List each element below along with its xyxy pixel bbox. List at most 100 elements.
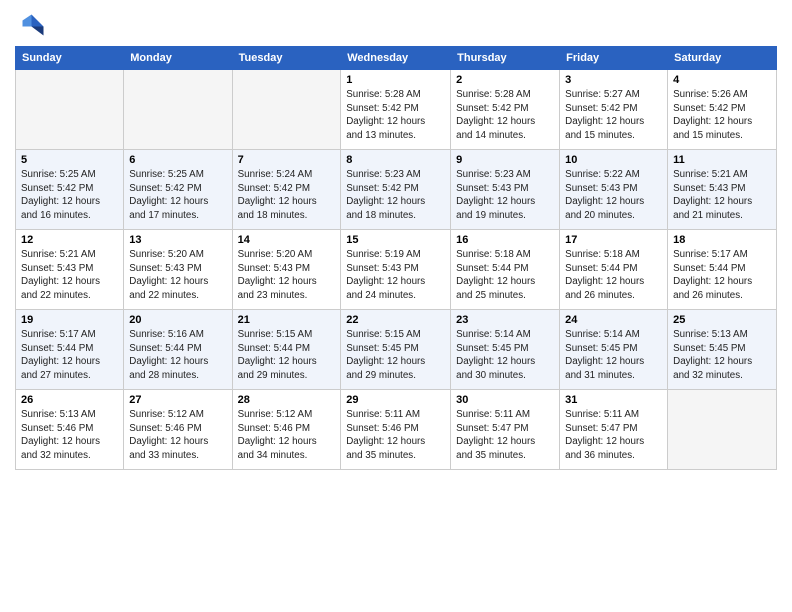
day-number: 9	[456, 154, 554, 166]
calendar-cell	[232, 70, 341, 150]
day-info: Sunrise: 5:14 AM Sunset: 5:45 PM Dayligh…	[456, 328, 554, 383]
calendar-cell: 29 Sunrise: 5:11 AM Sunset: 5:46 PM Dayli…	[341, 390, 451, 470]
day-number: 18	[673, 234, 771, 246]
calendar-cell: 25 Sunrise: 5:13 AM Sunset: 5:45 PM Dayli…	[668, 310, 777, 390]
day-info: Sunrise: 5:18 AM Sunset: 5:44 PM Dayligh…	[456, 248, 554, 303]
calendar-cell: 7 Sunrise: 5:24 AM Sunset: 5:42 PM Daylig…	[232, 150, 341, 230]
day-info: Sunrise: 5:13 AM Sunset: 5:46 PM Dayligh…	[21, 408, 118, 463]
day-number: 11	[673, 154, 771, 166]
calendar: SundayMondayTuesdayWednesdayThursdayFrid…	[15, 46, 777, 470]
day-info: Sunrise: 5:17 AM Sunset: 5:44 PM Dayligh…	[673, 248, 771, 303]
calendar-cell: 27 Sunrise: 5:12 AM Sunset: 5:46 PM Dayli…	[124, 390, 232, 470]
weekday-header-monday: Monday	[124, 47, 232, 70]
logo	[15, 10, 49, 40]
day-number: 30	[456, 394, 554, 406]
calendar-cell: 22 Sunrise: 5:15 AM Sunset: 5:45 PM Dayli…	[341, 310, 451, 390]
day-info: Sunrise: 5:25 AM Sunset: 5:42 PM Dayligh…	[21, 168, 118, 223]
weekday-header-wednesday: Wednesday	[341, 47, 451, 70]
weekday-header-friday: Friday	[560, 47, 668, 70]
day-info: Sunrise: 5:11 AM Sunset: 5:47 PM Dayligh…	[565, 408, 662, 463]
day-number: 22	[346, 314, 445, 326]
calendar-cell: 23 Sunrise: 5:14 AM Sunset: 5:45 PM Dayli…	[451, 310, 560, 390]
week-row-4: 19 Sunrise: 5:17 AM Sunset: 5:44 PM Dayli…	[16, 310, 777, 390]
day-number: 12	[21, 234, 118, 246]
day-number: 31	[565, 394, 662, 406]
calendar-cell: 20 Sunrise: 5:16 AM Sunset: 5:44 PM Dayli…	[124, 310, 232, 390]
day-info: Sunrise: 5:16 AM Sunset: 5:44 PM Dayligh…	[129, 328, 226, 383]
day-info: Sunrise: 5:19 AM Sunset: 5:43 PM Dayligh…	[346, 248, 445, 303]
calendar-cell: 15 Sunrise: 5:19 AM Sunset: 5:43 PM Dayli…	[341, 230, 451, 310]
day-info: Sunrise: 5:21 AM Sunset: 5:43 PM Dayligh…	[673, 168, 771, 223]
calendar-cell: 18 Sunrise: 5:17 AM Sunset: 5:44 PM Dayli…	[668, 230, 777, 310]
day-number: 26	[21, 394, 118, 406]
day-info: Sunrise: 5:15 AM Sunset: 5:45 PM Dayligh…	[346, 328, 445, 383]
day-info: Sunrise: 5:18 AM Sunset: 5:44 PM Dayligh…	[565, 248, 662, 303]
logo-icon	[15, 10, 45, 40]
day-info: Sunrise: 5:24 AM Sunset: 5:42 PM Dayligh…	[238, 168, 336, 223]
day-info: Sunrise: 5:12 AM Sunset: 5:46 PM Dayligh…	[129, 408, 226, 463]
calendar-cell	[16, 70, 124, 150]
day-info: Sunrise: 5:11 AM Sunset: 5:46 PM Dayligh…	[346, 408, 445, 463]
calendar-cell: 30 Sunrise: 5:11 AM Sunset: 5:47 PM Dayli…	[451, 390, 560, 470]
day-number: 5	[21, 154, 118, 166]
day-number: 3	[565, 74, 662, 86]
day-info: Sunrise: 5:17 AM Sunset: 5:44 PM Dayligh…	[21, 328, 118, 383]
calendar-cell: 6 Sunrise: 5:25 AM Sunset: 5:42 PM Daylig…	[124, 150, 232, 230]
weekday-header-saturday: Saturday	[668, 47, 777, 70]
day-number: 25	[673, 314, 771, 326]
day-info: Sunrise: 5:27 AM Sunset: 5:42 PM Dayligh…	[565, 88, 662, 143]
weekday-header-sunday: Sunday	[16, 47, 124, 70]
page: SundayMondayTuesdayWednesdayThursdayFrid…	[0, 0, 792, 612]
calendar-cell	[124, 70, 232, 150]
day-info: Sunrise: 5:14 AM Sunset: 5:45 PM Dayligh…	[565, 328, 662, 383]
day-number: 6	[129, 154, 226, 166]
day-info: Sunrise: 5:26 AM Sunset: 5:42 PM Dayligh…	[673, 88, 771, 143]
weekday-header-tuesday: Tuesday	[232, 47, 341, 70]
day-number: 2	[456, 74, 554, 86]
week-row-3: 12 Sunrise: 5:21 AM Sunset: 5:43 PM Dayli…	[16, 230, 777, 310]
calendar-cell: 31 Sunrise: 5:11 AM Sunset: 5:47 PM Dayli…	[560, 390, 668, 470]
calendar-cell: 9 Sunrise: 5:23 AM Sunset: 5:43 PM Daylig…	[451, 150, 560, 230]
day-info: Sunrise: 5:12 AM Sunset: 5:46 PM Dayligh…	[238, 408, 336, 463]
day-number: 23	[456, 314, 554, 326]
day-number: 19	[21, 314, 118, 326]
day-number: 28	[238, 394, 336, 406]
day-number: 8	[346, 154, 445, 166]
day-number: 13	[129, 234, 226, 246]
day-info: Sunrise: 5:21 AM Sunset: 5:43 PM Dayligh…	[21, 248, 118, 303]
calendar-cell: 8 Sunrise: 5:23 AM Sunset: 5:42 PM Daylig…	[341, 150, 451, 230]
week-row-5: 26 Sunrise: 5:13 AM Sunset: 5:46 PM Dayli…	[16, 390, 777, 470]
calendar-cell	[668, 390, 777, 470]
day-number: 27	[129, 394, 226, 406]
day-number: 15	[346, 234, 445, 246]
calendar-cell: 24Sunrise: 5:14 AM Sunset: 5:45 PM Dayli…	[560, 310, 668, 390]
day-number: 21	[238, 314, 336, 326]
calendar-cell: 2Sunrise: 5:28 AM Sunset: 5:42 PM Daylig…	[451, 70, 560, 150]
week-row-1: 1 Sunrise: 5:28 AM Sunset: 5:42 PM Daylig…	[16, 70, 777, 150]
day-info: Sunrise: 5:23 AM Sunset: 5:43 PM Dayligh…	[456, 168, 554, 223]
calendar-cell: 10 Sunrise: 5:22 AM Sunset: 5:43 PM Dayli…	[560, 150, 668, 230]
day-number: 1	[346, 74, 445, 86]
day-info: Sunrise: 5:13 AM Sunset: 5:45 PM Dayligh…	[673, 328, 771, 383]
calendar-cell: 1 Sunrise: 5:28 AM Sunset: 5:42 PM Daylig…	[341, 70, 451, 150]
day-number: 29	[346, 394, 445, 406]
day-info: Sunrise: 5:20 AM Sunset: 5:43 PM Dayligh…	[238, 248, 336, 303]
day-number: 10	[565, 154, 662, 166]
calendar-cell: 12 Sunrise: 5:21 AM Sunset: 5:43 PM Dayli…	[16, 230, 124, 310]
calendar-cell: 16Sunrise: 5:18 AM Sunset: 5:44 PM Dayli…	[451, 230, 560, 310]
day-info: Sunrise: 5:15 AM Sunset: 5:44 PM Dayligh…	[238, 328, 336, 383]
day-info: Sunrise: 5:28 AM Sunset: 5:42 PM Dayligh…	[346, 88, 445, 143]
calendar-cell: 26 Sunrise: 5:13 AM Sunset: 5:46 PM Dayli…	[16, 390, 124, 470]
day-info: Sunrise: 5:20 AM Sunset: 5:43 PM Dayligh…	[129, 248, 226, 303]
day-info: Sunrise: 5:11 AM Sunset: 5:47 PM Dayligh…	[456, 408, 554, 463]
header	[15, 10, 777, 40]
day-number: 14	[238, 234, 336, 246]
day-number: 4	[673, 74, 771, 86]
day-info: Sunrise: 5:22 AM Sunset: 5:43 PM Dayligh…	[565, 168, 662, 223]
day-info: Sunrise: 5:25 AM Sunset: 5:42 PM Dayligh…	[129, 168, 226, 223]
day-number: 7	[238, 154, 336, 166]
calendar-cell: 4 Sunrise: 5:26 AM Sunset: 5:42 PM Daylig…	[668, 70, 777, 150]
day-number: 20	[129, 314, 226, 326]
day-info: Sunrise: 5:23 AM Sunset: 5:42 PM Dayligh…	[346, 168, 445, 223]
calendar-cell: 17Sunrise: 5:18 AM Sunset: 5:44 PM Dayli…	[560, 230, 668, 310]
